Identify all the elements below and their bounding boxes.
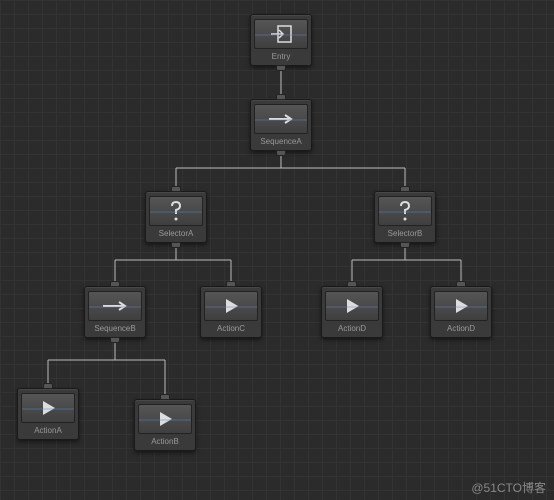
- node-label: ActionA: [34, 426, 62, 435]
- arrow-icon: [254, 104, 308, 134]
- play-icon: [21, 393, 75, 423]
- node-label: SelectorA: [159, 229, 194, 238]
- entry-icon: [254, 19, 308, 49]
- node-entry[interactable]: Entry: [250, 14, 312, 66]
- watermark: @51CTO博客: [471, 479, 546, 496]
- node-action-b[interactable]: ActionB: [134, 399, 196, 451]
- arrow-icon: [88, 291, 142, 321]
- node-label: ActionD: [447, 324, 475, 333]
- node-action-d-1[interactable]: ActionD: [321, 286, 383, 338]
- node-label: ActionD: [338, 324, 366, 333]
- node-action-d-2[interactable]: ActionD: [430, 286, 492, 338]
- play-icon: [138, 404, 192, 434]
- node-sequence-a[interactable]: SequenceA: [250, 99, 312, 151]
- node-label: Entry: [272, 52, 291, 61]
- node-action-c[interactable]: ActionC: [200, 286, 262, 338]
- node-selector-a[interactable]: SelectorA: [145, 191, 207, 243]
- node-selector-b[interactable]: SelectorB: [374, 191, 436, 243]
- question-icon: [378, 196, 432, 226]
- play-icon: [325, 291, 379, 321]
- node-label: ActionB: [151, 437, 179, 446]
- node-action-a[interactable]: ActionA: [17, 388, 79, 440]
- question-icon: [149, 196, 203, 226]
- node-label: SequenceA: [260, 137, 301, 146]
- play-icon: [204, 291, 258, 321]
- connection-lines: [0, 0, 554, 500]
- play-icon: [434, 291, 488, 321]
- node-label: ActionC: [217, 324, 245, 333]
- node-label: SequenceB: [94, 324, 135, 333]
- node-sequence-b[interactable]: SequenceB: [84, 286, 146, 338]
- node-label: SelectorB: [388, 229, 423, 238]
